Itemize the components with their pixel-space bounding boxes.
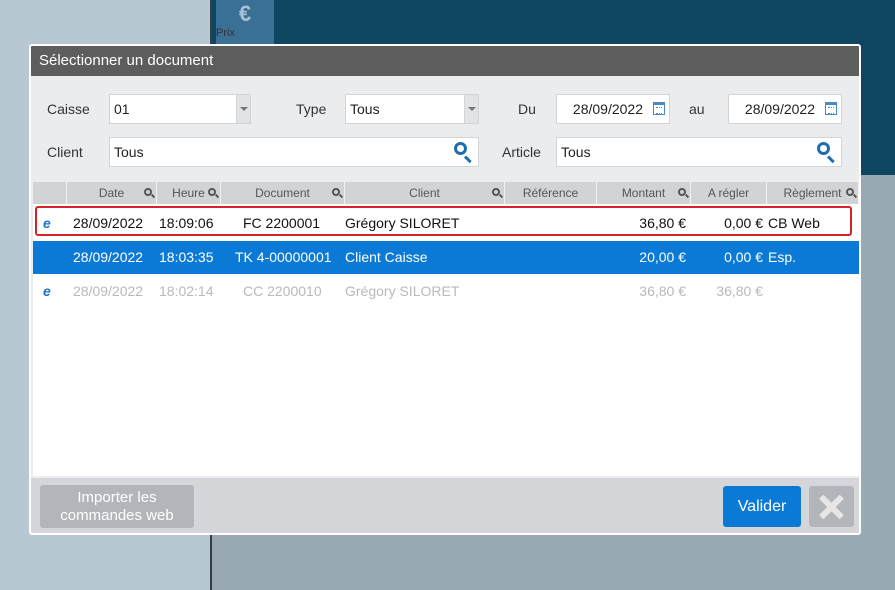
dialog-footer: Importer les commandes web Valider	[31, 478, 859, 533]
filter-search-icon[interactable]	[492, 188, 500, 196]
select-document-dialog: Sélectionner un document Caisse 01 Type …	[29, 44, 861, 535]
du-date-field[interactable]: 28/09/2022	[556, 94, 670, 124]
column-header-a-regler[interactable]: A régler	[691, 182, 767, 204]
client-field[interactable]: Tous	[109, 137, 479, 167]
cell-reference	[505, 275, 597, 308]
web-order-icon: e	[43, 283, 51, 299]
table-row[interactable]: e 28/09/2022 18:02:14 CC 2200010 Grégory…	[33, 275, 859, 308]
type-select[interactable]: Tous	[345, 94, 479, 124]
dialog-title: Sélectionner un document	[31, 46, 859, 76]
au-date-field[interactable]: 28/09/2022	[728, 94, 842, 124]
search-icon[interactable]	[816, 141, 838, 164]
column-header-date[interactable]: Date	[67, 182, 157, 204]
close-icon[interactable]	[809, 486, 854, 527]
cell-date: 28/09/2022	[73, 283, 144, 299]
type-label: Type	[296, 101, 327, 117]
column-header-client[interactable]: Client	[345, 182, 505, 204]
filter-search-icon[interactable]	[208, 188, 216, 196]
cell-a-regler: 0,00 €	[724, 215, 763, 231]
calendar-icon[interactable]	[653, 102, 665, 115]
search-icon[interactable]	[453, 141, 475, 164]
prix-label: Prix	[216, 27, 235, 39]
column-header-reglement[interactable]: Règlement	[767, 182, 859, 204]
filter-search-icon[interactable]	[846, 188, 854, 196]
cell-montant: 36,80 €	[639, 283, 686, 299]
cell-document: FC 2200001	[243, 215, 321, 231]
filter-search-icon[interactable]	[144, 188, 152, 196]
cell-montant: 20,00 €	[639, 249, 686, 265]
import-web-orders-button[interactable]: Importer les commandes web	[40, 485, 194, 528]
client-value: Tous	[114, 144, 144, 160]
cell-heure: 18:03:35	[159, 249, 214, 265]
web-order-icon: e	[43, 215, 51, 231]
caisse-value: 01	[114, 101, 130, 117]
caisse-label: Caisse	[47, 101, 90, 117]
table-row-selected[interactable]: 28/09/2022 18:03:35 TK 4-00000001 Client…	[33, 241, 859, 274]
cell-heure: 18:09:06	[159, 215, 214, 231]
chevron-down-icon[interactable]	[236, 95, 250, 123]
cell-montant: 36,80 €	[639, 215, 686, 231]
cell-document: CC 2200010	[243, 283, 322, 299]
cell-reglement: CB Web	[768, 215, 820, 231]
au-label: au	[689, 101, 705, 117]
cell-reglement: Esp.	[768, 249, 797, 265]
filter-search-icon[interactable]	[332, 188, 340, 196]
cell-client: Grégory SILORET	[345, 215, 460, 231]
filter-search-icon[interactable]	[678, 188, 686, 196]
type-value: Tous	[350, 101, 380, 117]
cell-heure: 18:02:14	[159, 283, 214, 299]
du-label: Du	[518, 101, 536, 117]
euro-icon: €	[238, 1, 252, 26]
import-label-line1: Importer les	[77, 489, 157, 506]
cell-a-regler: 36,80 €	[716, 283, 763, 299]
cell-date: 28/09/2022	[73, 249, 144, 265]
du-value: 28/09/2022	[572, 101, 643, 117]
cell-client: Client Caisse	[345, 249, 428, 265]
column-header-heure[interactable]: Heure	[157, 182, 221, 204]
column-header-reference[interactable]: Référence	[505, 182, 597, 204]
article-label: Article	[502, 144, 541, 160]
cell-reference	[505, 241, 597, 274]
column-header-montant[interactable]: Montant	[597, 182, 691, 204]
chevron-down-icon[interactable]	[464, 95, 478, 123]
prix-button[interactable]: € Prix	[216, 0, 274, 46]
caisse-select[interactable]: 01	[109, 94, 251, 124]
documents-table: Date Heure Document Client Référence Mon…	[33, 182, 859, 476]
cell-document: TK 4-00000001	[235, 249, 332, 265]
table-header: Date Heure Document Client Référence Mon…	[33, 182, 859, 204]
column-header-icon	[33, 182, 67, 204]
au-value: 28/09/2022	[744, 101, 815, 117]
cell-client: Grégory SILORET	[345, 283, 460, 299]
article-value: Tous	[561, 144, 591, 160]
article-field[interactable]: Tous	[556, 137, 842, 167]
cell-reference	[505, 207, 597, 240]
calendar-icon[interactable]	[825, 102, 837, 115]
client-label: Client	[47, 144, 83, 160]
column-header-document[interactable]: Document	[221, 182, 345, 204]
import-label-line2: commandes web	[60, 507, 174, 524]
table-row[interactable]: e 28/09/2022 18:09:06 FC 2200001 Grégory…	[33, 206, 859, 244]
cell-date: 28/09/2022	[73, 215, 144, 231]
validate-button[interactable]: Valider	[723, 486, 801, 527]
cell-a-regler: 0,00 €	[724, 249, 763, 265]
